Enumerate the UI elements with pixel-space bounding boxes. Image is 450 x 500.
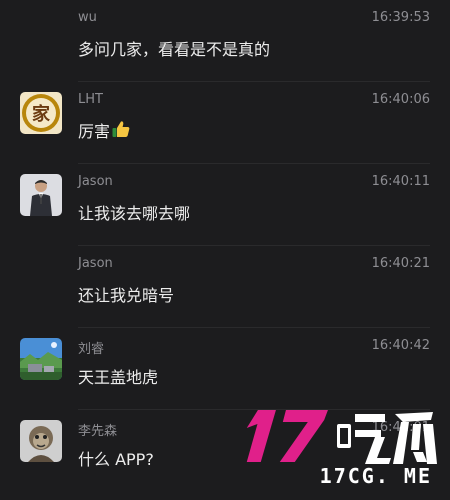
message-text: 多问几家，看看是不是真的 [78,40,271,59]
sender-name: wu [78,10,97,25]
message-text-wrap: 厉害 [78,118,131,143]
message-row[interactable]: wu 16:39:53 多问几家，看看是不是真的 [0,0,450,82]
seal-avatar-icon: 家 [20,92,62,134]
message-row[interactable]: Jason 16:40:11 让我该去哪去哪 [0,164,450,246]
message-time: 16:40:06 [371,92,430,107]
sender-name: 李先森 [78,424,118,439]
monkey-avatar-icon [20,420,62,462]
avatar[interactable] [20,420,62,462]
avatar[interactable] [20,338,62,380]
message-row[interactable]: 家 LHT 16:40:06 厉害 [0,82,450,164]
watermark-url: 17CG. ME [319,464,432,488]
message-text: 还让我兑暗号 [78,286,175,305]
avatar[interactable] [20,174,62,216]
thumbs-up-icon [111,119,131,143]
logo-icon [246,410,437,464]
message-text: 什么 APP? [78,450,154,469]
message-row[interactable]: 刘睿 16:40:42 天王盖地虎 [0,328,450,410]
message-time: 16:40:11 [371,174,430,189]
sender-name: LHT [78,92,103,107]
message-time: 16:40:42 [371,338,430,353]
message-text: 让我该去哪去哪 [78,204,191,223]
sender-name: Jason [78,174,113,189]
sender-name: 刘睿 [78,342,105,357]
svg-text:家: 家 [32,103,51,125]
man-in-suit-avatar-icon [20,174,62,216]
message-text: 天王盖地虎 [78,368,159,387]
avatar[interactable]: 家 [20,92,62,134]
message-row[interactable]: Jason 16:40:21 还让我兑暗号 [0,246,450,328]
landscape-avatar-icon [20,338,62,380]
message-time: 16:39:53 [371,10,430,25]
site-watermark-logo: 17CG. ME [237,404,442,494]
message-time: 16:40:21 [371,256,430,271]
message-text: 厉害 [78,122,111,141]
sender-name: Jason [78,256,113,271]
